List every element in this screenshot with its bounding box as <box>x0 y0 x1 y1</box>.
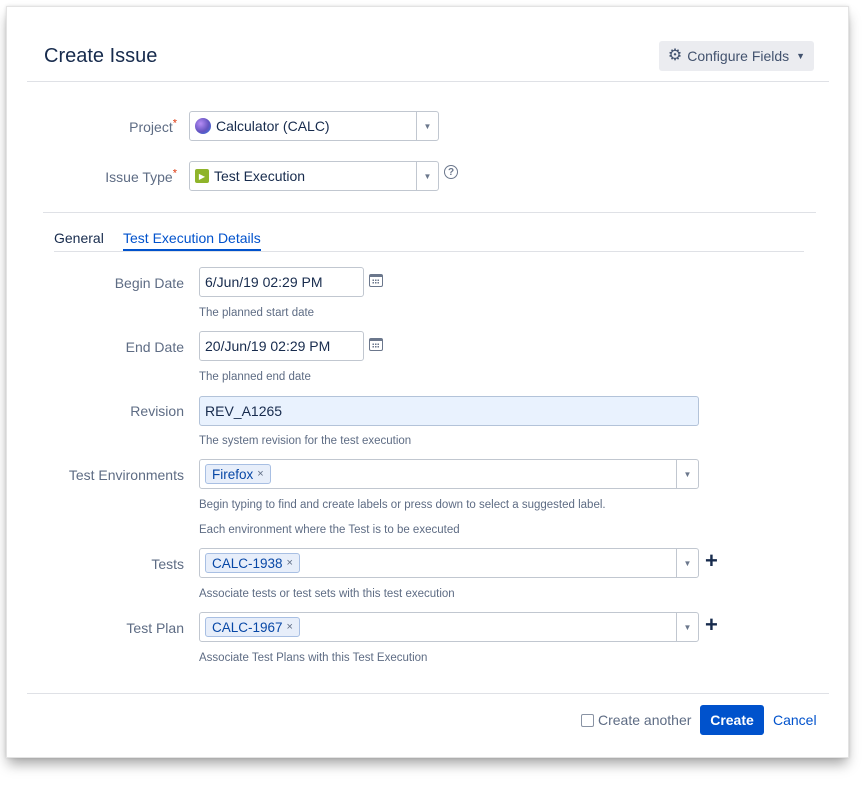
configure-fields-button[interactable]: ⚙ Configure Fields ▼ <box>659 41 814 71</box>
revision-description: The system revision for the test executi… <box>199 435 412 447</box>
test-environments-hint: Begin typing to find and create labels o… <box>199 499 606 511</box>
test-plan-description: Associate Test Plans with this Test Exec… <box>199 652 428 664</box>
test-plan-picker[interactable]: CALC-1967 × ▼ <box>199 612 699 642</box>
test-execution-type-icon: ▶ <box>195 169 209 183</box>
issue-type-label: Issue Type* <box>17 167 177 185</box>
chevron-down-icon: ▼ <box>796 51 806 61</box>
tests-description: Associate tests or test sets with this t… <box>199 588 455 600</box>
chevron-down-icon[interactable]: ▼ <box>416 112 438 140</box>
footer-divider <box>27 693 829 694</box>
project-value: Calculator (CALC) <box>216 118 330 134</box>
calendar-icon[interactable] <box>369 274 383 287</box>
environment-tag-label: Firefox <box>212 466 254 482</box>
add-test-icon[interactable]: + <box>705 550 718 572</box>
begin-date-description: The planned start date <box>199 307 315 319</box>
test-plan-tag: CALC-1967 × <box>205 617 300 637</box>
create-issue-dialog: Create Issue ⚙ Configure Fields ▼ Projec… <box>6 6 849 758</box>
header-divider <box>27 81 829 82</box>
test-environments-description: Each environment where the Test is to be… <box>199 524 460 536</box>
environment-tag: Firefox × <box>205 464 271 484</box>
tab-test-execution-details[interactable]: Test Execution Details <box>123 230 261 246</box>
dialog-title: Create Issue <box>44 45 158 67</box>
issue-type-label-text: Issue Type <box>105 169 173 185</box>
cancel-link[interactable]: Cancel <box>773 712 817 728</box>
begin-date-input[interactable]: 6/Jun/19 02:29 PM <box>199 267 364 297</box>
issue-type-select[interactable]: ▶ Test Execution ▼ <box>189 161 439 191</box>
remove-tag-icon[interactable]: × <box>287 557 293 569</box>
active-tab-indicator <box>123 249 261 251</box>
tests-label: Tests <box>151 556 184 572</box>
tab-general[interactable]: General <box>54 230 104 246</box>
create-another-checkbox[interactable] <box>581 713 594 727</box>
remove-tag-icon[interactable]: × <box>287 621 293 633</box>
end-date-description: The planned end date <box>199 371 311 383</box>
project-avatar-icon <box>195 118 211 134</box>
project-label-text: Project <box>129 119 173 135</box>
create-another-option[interactable]: Create another <box>581 712 691 728</box>
test-plan-label: Test Plan <box>126 620 184 636</box>
required-mark: * <box>172 117 177 130</box>
test-environments-picker[interactable]: Firefox × ▼ <box>199 459 699 489</box>
gear-icon: ⚙ <box>667 47 683 64</box>
calendar-icon[interactable] <box>369 338 383 351</box>
tab-divider <box>54 251 804 252</box>
chevron-down-icon[interactable]: ▼ <box>676 613 698 641</box>
begin-date-label: Begin Date <box>114 275 184 291</box>
remove-tag-icon[interactable]: × <box>257 468 263 480</box>
project-label: Project* <box>17 117 177 135</box>
test-plan-tag-label: CALC-1967 <box>212 619 283 635</box>
chevron-down-icon[interactable]: ▼ <box>676 549 698 577</box>
help-icon[interactable]: ? <box>444 165 458 179</box>
end-date-label: End Date <box>125 339 184 355</box>
revision-input[interactable]: REV_A1265 <box>199 396 699 426</box>
test-tag: CALC-1938 × <box>205 553 300 573</box>
test-environments-label: Test Environments <box>68 467 184 483</box>
test-tag-label: CALC-1938 <box>212 555 283 571</box>
end-date-input[interactable]: 20/Jun/19 02:29 PM <box>199 331 364 361</box>
chevron-down-icon[interactable]: ▼ <box>676 460 698 488</box>
section-divider <box>43 212 816 213</box>
chevron-down-icon[interactable]: ▼ <box>416 162 438 190</box>
issue-type-value: Test Execution <box>214 168 306 184</box>
create-button[interactable]: Create <box>700 705 764 735</box>
create-another-label: Create another <box>598 712 692 728</box>
tests-picker[interactable]: CALC-1938 × ▼ <box>199 548 699 578</box>
revision-label: Revision <box>130 403 184 419</box>
required-mark: * <box>172 167 177 180</box>
configure-fields-label: Configure Fields <box>687 48 790 64</box>
project-select[interactable]: Calculator (CALC) ▼ <box>189 111 439 141</box>
add-test-plan-icon[interactable]: + <box>705 614 718 636</box>
